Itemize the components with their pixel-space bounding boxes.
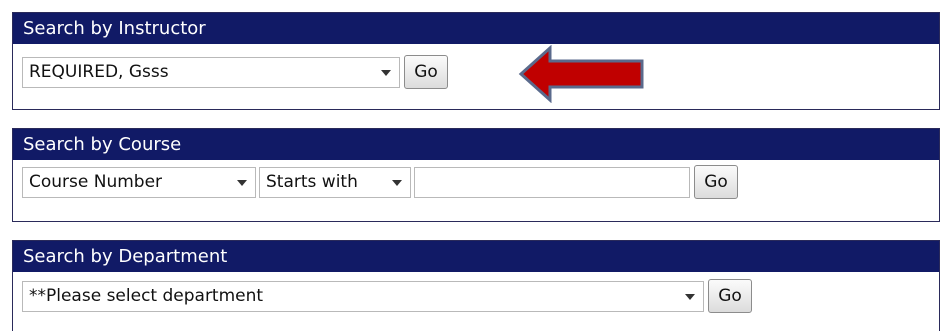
instructor-search-panel: Search by Instructor REQUIRED, Gsss Go — [12, 12, 940, 110]
chevron-down-icon — [685, 294, 695, 300]
instructor-go-button[interactable]: Go — [404, 55, 448, 89]
department-select-value: **Please select department — [29, 286, 264, 306]
instructor-search-title: Search by Instructor — [13, 13, 939, 44]
course-match-value: Starts with — [266, 172, 358, 192]
course-query-input[interactable] — [414, 167, 690, 198]
course-search-panel: Search by Course Course Number Starts wi… — [12, 128, 940, 222]
chevron-down-icon — [237, 180, 247, 186]
chevron-down-icon — [392, 180, 402, 186]
course-field-select[interactable]: Course Number — [22, 167, 256, 198]
department-select[interactable]: **Please select department — [22, 281, 704, 312]
chevron-down-icon — [381, 70, 391, 76]
arrow-shape — [518, 45, 644, 103]
department-search-panel: Search by Department **Please select dep… — [12, 240, 940, 331]
course-go-button[interactable]: Go — [694, 165, 738, 199]
instructor-select[interactable]: REQUIRED, Gsss — [22, 57, 400, 88]
course-search-title: Search by Course — [13, 129, 939, 160]
instructor-select-value: REQUIRED, Gsss — [29, 62, 169, 82]
department-search-title: Search by Department — [13, 241, 939, 272]
course-field-value: Course Number — [29, 172, 163, 192]
search-page: Search by Instructor REQUIRED, Gsss Go S… — [0, 0, 940, 331]
course-match-select[interactable]: Starts with — [259, 167, 411, 198]
department-go-button[interactable]: Go — [708, 279, 752, 313]
left-arrow-icon — [518, 45, 644, 103]
